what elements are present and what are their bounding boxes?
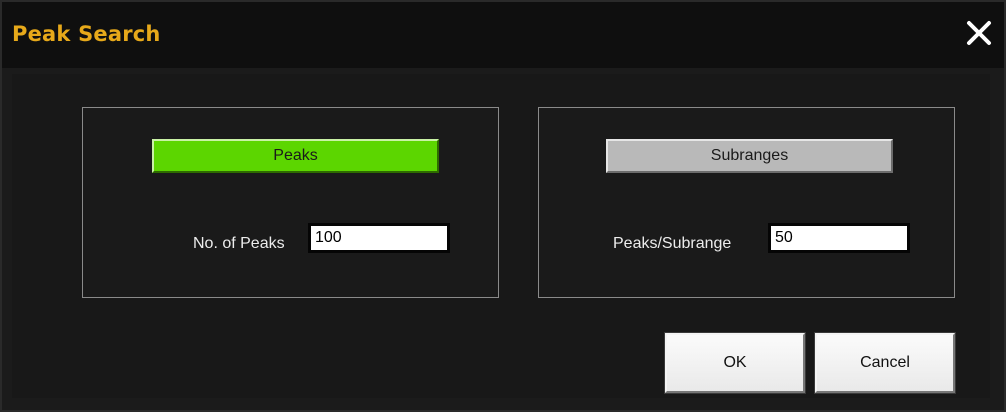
subranges-group-box xyxy=(538,107,955,298)
peaks-mode-button[interactable]: Peaks xyxy=(152,139,439,173)
close-icon xyxy=(967,21,991,45)
dialog-title: Peak Search xyxy=(12,22,161,46)
cancel-button[interactable]: Cancel xyxy=(814,332,956,394)
no-of-peaks-label: No. of Peaks xyxy=(193,235,285,252)
peaks-per-subrange-label: Peaks/Subrange xyxy=(613,235,732,252)
close-button[interactable] xyxy=(962,16,996,50)
peaks-per-subrange-input[interactable] xyxy=(768,223,910,253)
title-bar: Peak Search xyxy=(2,2,1004,68)
subranges-mode-button[interactable]: Subranges xyxy=(606,139,893,173)
peaks-group-box xyxy=(82,107,499,298)
no-of-peaks-input[interactable] xyxy=(308,223,450,253)
ok-button[interactable]: OK xyxy=(664,332,806,394)
